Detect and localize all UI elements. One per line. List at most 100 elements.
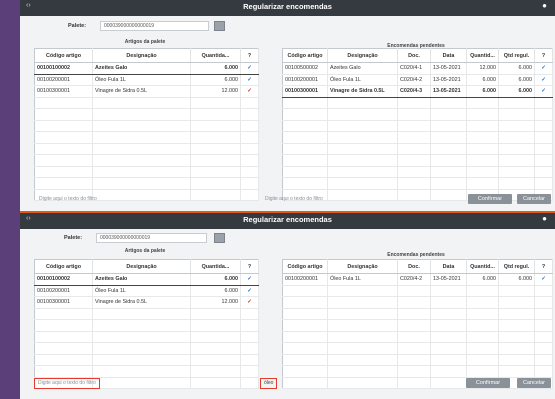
col-designation[interactable]: Designação bbox=[327, 259, 398, 274]
empty-row bbox=[282, 342, 553, 355]
col-quantity[interactable]: Quantida... bbox=[190, 48, 241, 63]
pallet-items-table: Código artigo Designação Quantida... ? 0… bbox=[34, 259, 259, 389]
empty-cell bbox=[466, 108, 499, 121]
empty-cell bbox=[397, 154, 431, 167]
check-icon: ✓ bbox=[541, 276, 546, 283]
table-cell: Óleo Fula 1L bbox=[92, 285, 191, 297]
table-row[interactable]: 00100100002 Azeites Galo 6.000 ✓ bbox=[34, 62, 259, 75]
col-doc[interactable]: Doc. bbox=[397, 259, 431, 274]
check-icon: ✓ bbox=[247, 276, 252, 283]
empty-cell bbox=[498, 308, 535, 320]
cancel-button[interactable]: Cancelar bbox=[517, 378, 551, 388]
close-icon[interactable]: ● bbox=[542, 1, 547, 10]
empty-cell bbox=[327, 120, 398, 132]
close-icon[interactable]: ● bbox=[542, 214, 547, 223]
col-quantity[interactable]: Quantida... bbox=[190, 259, 241, 274]
status-cell: ✓ bbox=[240, 285, 259, 297]
table-row[interactable]: 00100200001 Óleo Fula 1L 6.000 ✓ bbox=[34, 285, 259, 297]
pallet-input[interactable]: 000039000000000019 bbox=[100, 21, 209, 31]
cancel-button[interactable]: Cancelar bbox=[517, 194, 551, 204]
empty-cell bbox=[327, 377, 398, 389]
col-quantity[interactable]: Quantid... bbox=[466, 259, 499, 274]
empty-cell bbox=[534, 296, 553, 309]
empty-cell bbox=[190, 120, 241, 132]
col-status[interactable]: ? bbox=[534, 48, 553, 63]
empty-row bbox=[34, 177, 259, 190]
table-cell: Azeites Galo bbox=[327, 62, 398, 75]
empty-row bbox=[34, 143, 259, 155]
empty-cell bbox=[190, 108, 241, 121]
pallet-input[interactable]: 000039000000000019 bbox=[96, 233, 207, 243]
empty-cell bbox=[397, 285, 431, 297]
empty-cell bbox=[327, 365, 398, 378]
empty-cell bbox=[466, 365, 499, 378]
empty-cell bbox=[498, 131, 535, 144]
empty-cell bbox=[282, 354, 328, 366]
col-designation[interactable]: Designação bbox=[92, 48, 191, 63]
empty-row bbox=[34, 166, 259, 178]
empty-cell bbox=[498, 365, 535, 378]
window-title: Regularizar encomendas bbox=[243, 215, 332, 224]
confirm-button[interactable]: Confirmar bbox=[466, 378, 510, 388]
col-designation[interactable]: Designação bbox=[92, 259, 191, 274]
confirm-button[interactable]: Confirmar bbox=[468, 194, 512, 204]
table-cell: 00100200001 bbox=[34, 285, 93, 297]
col-regularized-qty[interactable]: Qtd regul. bbox=[498, 259, 535, 274]
empty-cell bbox=[240, 97, 259, 109]
empty-cell bbox=[397, 97, 431, 109]
col-date[interactable]: Data bbox=[430, 48, 467, 63]
left-filter-input[interactable]: Digite aqui o texto do filtro bbox=[34, 378, 100, 389]
empty-cell bbox=[327, 319, 398, 332]
empty-cell bbox=[534, 143, 553, 155]
col-code[interactable]: Código artigo bbox=[282, 259, 328, 274]
right-filter-input[interactable]: óleo bbox=[260, 378, 278, 389]
empty-cell bbox=[282, 143, 328, 155]
col-regularized-qty[interactable]: Qtd regul. bbox=[498, 48, 535, 63]
pallet-search-button[interactable] bbox=[214, 21, 225, 31]
table-cell: 13-05-2021 bbox=[430, 62, 467, 75]
title-bar: ‹› Regularizar encomendas ● bbox=[20, 211, 555, 229]
pallet-search-button[interactable] bbox=[214, 233, 225, 243]
title-bar: ‹› Regularizar encomendas ● bbox=[20, 0, 555, 16]
table-row[interactable]: 00100300001 Vinagre de Sidra 0.5L 12.000 ✓ bbox=[34, 85, 259, 98]
empty-cell bbox=[327, 177, 398, 190]
table-cell: 6.000 bbox=[498, 273, 535, 286]
col-code[interactable]: Código artigo bbox=[282, 48, 328, 63]
table-row[interactable]: 00100200001 Óleo Fula 1L C020/4-2 13-05-202… bbox=[282, 74, 553, 86]
empty-cell bbox=[34, 308, 93, 320]
empty-cell bbox=[430, 319, 467, 332]
empty-cell bbox=[34, 154, 93, 167]
col-designation[interactable]: Designação bbox=[327, 48, 398, 63]
table-cell: 6.000 bbox=[466, 74, 499, 86]
col-status[interactable]: ? bbox=[240, 259, 259, 274]
col-doc[interactable]: Doc. bbox=[397, 48, 431, 63]
empty-cell bbox=[534, 177, 553, 190]
table-row[interactable]: 00100300001 Vinagre de Sidra 0.5L 12.000 ✓ bbox=[34, 296, 259, 309]
check-icon: ✓ bbox=[541, 88, 546, 95]
empty-cell bbox=[34, 97, 93, 109]
tablet-screen: ‹› Regularizar encomendas ● Palete: 0000… bbox=[20, 0, 555, 399]
empty-row bbox=[34, 354, 259, 366]
left-filter-input[interactable]: Digite aqui o texto do filtro bbox=[36, 195, 100, 204]
col-code[interactable]: Código artigo bbox=[34, 259, 93, 274]
empty-cell bbox=[282, 120, 328, 132]
empty-cell bbox=[534, 97, 553, 109]
empty-cell bbox=[327, 154, 398, 167]
col-code[interactable]: Código artigo bbox=[34, 48, 93, 63]
table-row[interactable]: 00100200001 Óleo Fula 1L 6.000 ✓ bbox=[34, 74, 259, 86]
table-row[interactable]: 00100100002 Azeites Galo 6.000 ✓ bbox=[34, 273, 259, 286]
right-filter-input[interactable]: Digite aqui o texto do filtro bbox=[262, 195, 326, 204]
empty-cell bbox=[34, 342, 93, 355]
empty-cell bbox=[282, 108, 328, 121]
status-cell: ✓ bbox=[240, 74, 259, 86]
empty-cell bbox=[327, 166, 398, 178]
col-status[interactable]: ? bbox=[534, 259, 553, 274]
col-status[interactable]: ? bbox=[240, 48, 259, 63]
empty-cell bbox=[92, 143, 191, 155]
table-row[interactable]: 00100500002 Azeites Galo C020/4-1 13-05-202… bbox=[282, 62, 553, 75]
table-row[interactable]: 00100200001 Óleo Fula 1L C020/4-2 13-05-202… bbox=[282, 273, 553, 286]
table-row[interactable]: 00100300001 Vinagre de Sidra 0.5L C020/4-3… bbox=[282, 85, 553, 98]
empty-cell bbox=[534, 120, 553, 132]
col-date[interactable]: Data bbox=[430, 259, 467, 274]
col-quantity[interactable]: Quantid... bbox=[466, 48, 499, 63]
